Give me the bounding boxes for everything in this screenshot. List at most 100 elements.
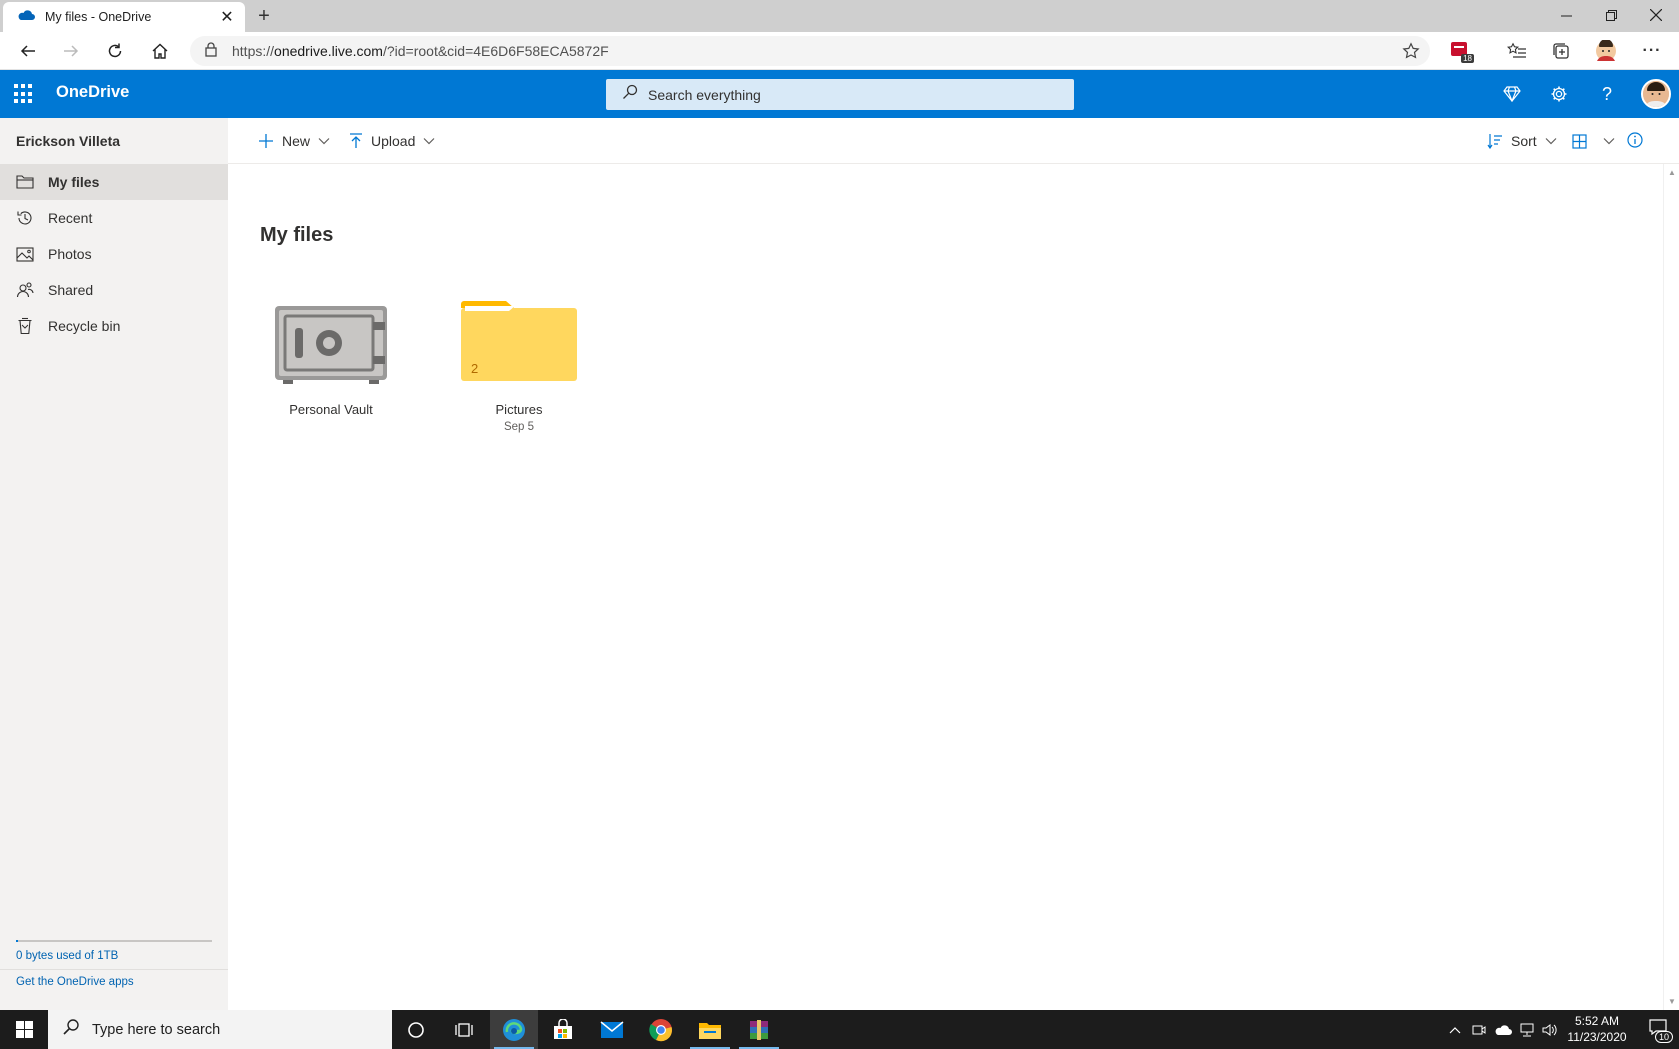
search-icon [622,84,638,105]
search-input[interactable] [648,86,1048,103]
taskbar-search[interactable] [48,1010,392,1049]
app-launcher-icon[interactable] [14,84,34,104]
user-name: Erickson Villeta [16,133,121,149]
folder-icon[interactable]: 2 [459,296,579,386]
vertical-scrollbar[interactable]: ▲ ▼ [1663,164,1679,1010]
microsoft-store-icon[interactable] [539,1010,587,1049]
collections-icon[interactable] [1546,36,1576,66]
account-avatar[interactable] [1641,79,1671,109]
info-pane-button[interactable] [1627,126,1643,156]
settings-more-button[interactable]: ··· [1637,36,1667,66]
people-icon [16,281,34,299]
main-content: My files Personal Vault 2 Pictures Sep 5 [228,164,1663,1010]
tab-title: My files - OneDrive [45,10,152,24]
chevron-down-icon [1603,137,1615,145]
nav-list: My files Recent Photos Shared Recycle bi… [0,164,228,344]
vault-safe-icon[interactable] [271,296,391,386]
tile-name[interactable]: Pictures [444,402,594,417]
meet-now-icon[interactable] [1468,1010,1490,1049]
tile-name[interactable]: Personal Vault [256,402,406,417]
nav-divider [0,969,228,970]
storage-text[interactable]: 0 bytes used of 1TB [16,950,212,962]
task-view-icon[interactable] [440,1010,488,1049]
action-center-button[interactable]: 10 [1636,1010,1679,1049]
favorites-list-icon[interactable] [1502,36,1532,66]
photo-icon [16,245,34,263]
url-text: https://onedrive.live.com/?id=root&cid=4… [232,43,609,59]
onedrive-cloud-icon [17,8,35,26]
browser-tab-bar: My files - OneDrive ✕ + [0,0,1679,32]
upload-arrow-icon [349,133,363,149]
edge-browser-icon[interactable] [490,1010,538,1049]
tile-pictures-folder[interactable]: 2 Pictures Sep 5 [444,296,594,433]
profile-avatar-icon[interactable] [1591,36,1621,66]
grid-view-icon [1572,133,1587,149]
windows-taskbar: 5:52 AM 11/23/2020 10 [0,1010,1679,1049]
chevron-down-icon [318,137,330,145]
chevron-down-icon [423,137,435,145]
tile-date: Sep 5 [503,421,535,433]
chrome-icon[interactable] [637,1010,685,1049]
taskbar-search-input[interactable] [92,1021,372,1038]
windows-start-icon[interactable] [0,1010,48,1049]
network-icon[interactable] [1516,1010,1538,1049]
volume-icon[interactable] [1539,1010,1561,1049]
nav-item-recent[interactable]: Recent [0,200,228,236]
left-navigation: Erickson Villeta My files Recent Photos … [0,118,228,1010]
notification-count: 10 [1654,1031,1673,1043]
clock-date: 11/23/2020 [1567,1030,1627,1044]
trash-icon [16,317,34,335]
favorite-star-icon[interactable] [1396,36,1426,66]
storage-bar [16,940,212,942]
settings-gear-icon[interactable] [1544,79,1574,109]
extension-icon[interactable]: 18 [1445,36,1475,66]
tile-personal-vault[interactable]: Personal Vault [256,296,406,417]
lock-icon[interactable] [204,41,218,62]
search-icon [62,1018,80,1041]
nav-item-shared[interactable]: Shared [0,272,228,308]
cortana-icon[interactable] [392,1010,440,1049]
refresh-icon[interactable] [100,36,130,66]
system-clock[interactable]: 5:52 AM 11/23/2020 [1560,1013,1634,1045]
scroll-down-icon[interactable]: ▼ [1668,997,1676,1006]
address-bar[interactable]: https://onedrive.live.com/?id=root&cid=4… [190,36,1430,66]
get-apps-link[interactable]: Get the OneDrive apps [16,976,134,988]
clock-time: 5:52 AM [1574,1014,1620,1028]
restore-icon[interactable] [1588,0,1634,30]
app-name[interactable]: OneDrive [56,83,129,102]
info-icon [1627,131,1643,151]
storage-meter[interactable]: 0 bytes used of 1TB [16,940,212,962]
suite-header: OneDrive ? [0,70,1679,118]
chevron-down-icon [1545,137,1557,145]
browser-toolbar: https://onedrive.live.com/?id=root&cid=4… [0,32,1679,70]
nav-item-photos[interactable]: Photos [0,236,228,272]
home-icon[interactable] [145,36,175,66]
tab-close-icon[interactable]: ✕ [219,7,235,27]
nav-item-recycle-bin[interactable]: Recycle bin [0,308,228,344]
minimize-icon[interactable] [1543,0,1589,30]
new-button[interactable]: New [258,126,330,156]
winrar-icon[interactable] [735,1010,783,1049]
history-icon [16,209,34,227]
browser-tab[interactable]: My files - OneDrive ✕ [3,2,245,32]
premium-diamond-icon[interactable] [1497,79,1527,109]
folder-icon [16,173,34,191]
new-tab-button[interactable]: + [252,4,276,28]
mail-icon[interactable] [588,1010,636,1049]
command-bar: New Upload Sort [228,118,1679,164]
help-icon[interactable]: ? [1592,79,1622,109]
plus-icon [258,133,274,149]
close-window-icon[interactable] [1633,0,1679,30]
back-icon[interactable] [13,36,43,66]
show-hidden-icons-chevron-icon[interactable] [1444,1010,1466,1049]
nav-item-my-files[interactable]: My files [0,164,228,200]
onedrive-tray-icon[interactable] [1491,1010,1515,1049]
sort-button[interactable]: Sort [1487,126,1557,156]
upload-button[interactable]: Upload [349,126,435,156]
search-box[interactable] [606,79,1074,110]
scroll-up-icon[interactable]: ▲ [1668,168,1676,177]
extension-badge: 18 [1461,54,1474,63]
view-options-button[interactable] [1572,126,1615,156]
file-explorer-icon[interactable] [686,1010,734,1049]
forward-icon[interactable] [56,36,86,66]
